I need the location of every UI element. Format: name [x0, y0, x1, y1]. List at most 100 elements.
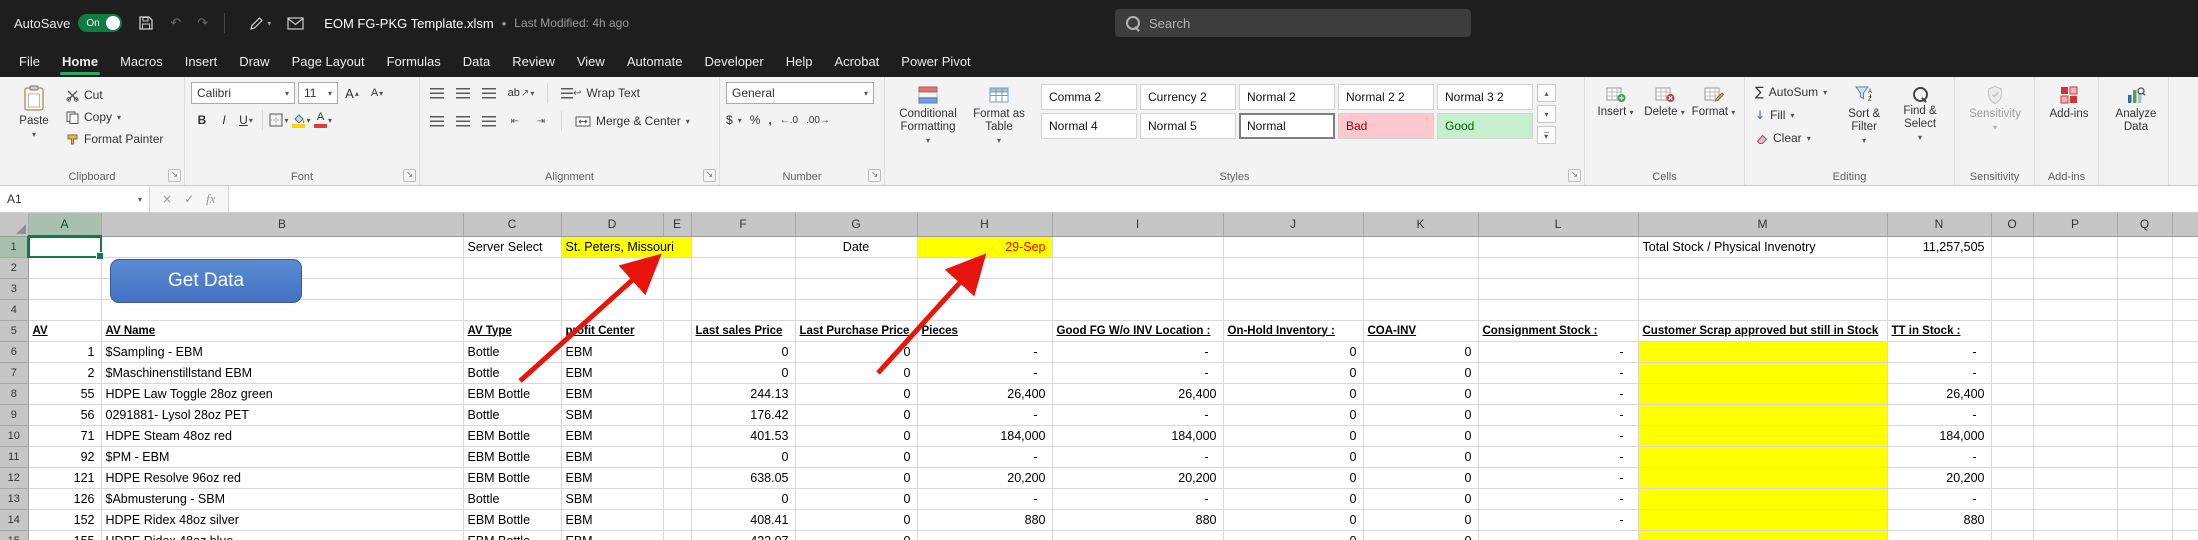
- increase-font-button[interactable]: A▴: [341, 82, 363, 104]
- menu-tab-insert[interactable]: Insert: [174, 46, 229, 77]
- increase-indent-button[interactable]: ⇥: [530, 110, 552, 132]
- cell-B10[interactable]: HDPE Steam 48oz red: [101, 425, 463, 446]
- row-header-2[interactable]: 2: [0, 257, 28, 278]
- cell-B8[interactable]: HDPE Law Toggle 28oz green: [101, 383, 463, 404]
- cell-M7[interactable]: [1638, 362, 1887, 383]
- cell-K5[interactable]: COA-INV: [1363, 320, 1478, 341]
- cell-O15[interactable]: [1991, 530, 2033, 540]
- cell-style-good[interactable]: Good: [1437, 113, 1533, 139]
- cell-F3[interactable]: [691, 278, 795, 299]
- cell-A10[interactable]: 71: [28, 425, 101, 446]
- column-header-G[interactable]: G: [795, 213, 917, 236]
- cell-A11[interactable]: 92: [28, 446, 101, 467]
- cell-D14[interactable]: EBM: [561, 509, 663, 530]
- cell-x3[interactable]: [2172, 278, 2198, 299]
- cell-J1[interactable]: [1223, 236, 1363, 257]
- cell-Q8[interactable]: [2117, 383, 2172, 404]
- align-bottom-button[interactable]: [478, 82, 500, 104]
- percent-style-button[interactable]: %: [750, 110, 761, 130]
- cell-D4[interactable]: [561, 299, 663, 320]
- undo-icon[interactable]: ↶: [170, 16, 181, 31]
- cell-H8[interactable]: 26,400: [917, 383, 1052, 404]
- cell-A13[interactable]: 126: [28, 488, 101, 509]
- clear-button[interactable]: Clear ▾: [1751, 128, 1836, 148]
- cell-O13[interactable]: [1991, 488, 2033, 509]
- row-header-10[interactable]: 10: [0, 425, 28, 446]
- cell-J12[interactable]: 0: [1223, 467, 1363, 488]
- cell-C4[interactable]: [463, 299, 561, 320]
- align-center-button[interactable]: [452, 110, 474, 132]
- bold-button[interactable]: B: [191, 109, 213, 131]
- cell-Q12[interactable]: [2117, 467, 2172, 488]
- fill-color-button[interactable]: ▾: [290, 109, 312, 131]
- cell-Q1[interactable]: [2117, 236, 2172, 257]
- row-header-5[interactable]: 5: [0, 320, 28, 341]
- menu-tab-home[interactable]: Home: [51, 46, 109, 77]
- menu-tab-formulas[interactable]: Formulas: [376, 46, 452, 77]
- cell-L15[interactable]: -: [1478, 530, 1638, 540]
- copy-button[interactable]: Copy ▾: [62, 107, 167, 127]
- cell-H1[interactable]: 29-Sep: [917, 236, 1052, 257]
- cell-L14[interactable]: -: [1478, 509, 1638, 530]
- cell-A14[interactable]: 152: [28, 509, 101, 530]
- cell-L12[interactable]: -: [1478, 467, 1638, 488]
- cell-J9[interactable]: 0: [1223, 404, 1363, 425]
- cell-L9[interactable]: -: [1478, 404, 1638, 425]
- comma-style-button[interactable]: ,: [768, 110, 771, 130]
- cell-style-currency-2[interactable]: Currency 2: [1140, 84, 1236, 110]
- cell-A12[interactable]: 121: [28, 467, 101, 488]
- cell-A9[interactable]: 56: [28, 404, 101, 425]
- cell-F14[interactable]: 408.41: [691, 509, 795, 530]
- cell-E13[interactable]: [663, 488, 691, 509]
- cell-J2[interactable]: [1223, 257, 1363, 278]
- menu-tab-developer[interactable]: Developer: [693, 46, 774, 77]
- cell-G6[interactable]: 0: [795, 341, 917, 362]
- cell-N1[interactable]: 11,257,505: [1887, 236, 1991, 257]
- cell-N4[interactable]: [1887, 299, 1991, 320]
- cell-H13[interactable]: -: [917, 488, 1052, 509]
- cell-O12[interactable]: [1991, 467, 2033, 488]
- cell-L5[interactable]: Consignment Stock :: [1478, 320, 1638, 341]
- document-title[interactable]: EOM FG-PKG Template.xlsm: [324, 16, 494, 31]
- cell-K2[interactable]: [1363, 257, 1478, 278]
- cell-E4[interactable]: [663, 299, 691, 320]
- format-as-table-button[interactable]: Format as Table ▾: [965, 82, 1033, 149]
- cell-L1[interactable]: [1478, 236, 1638, 257]
- gallery-more-button[interactable]: ─▾: [1537, 126, 1556, 144]
- cell-O4[interactable]: [1991, 299, 2033, 320]
- menu-tab-data[interactable]: Data: [452, 46, 501, 77]
- cell-B5[interactable]: AV Name: [101, 320, 463, 341]
- column-header-P[interactable]: P: [2033, 213, 2117, 236]
- cell-x12[interactable]: [2172, 467, 2198, 488]
- cell-K3[interactable]: [1363, 278, 1478, 299]
- cell-style-normal-2-2[interactable]: Normal 2 2: [1338, 84, 1434, 110]
- cell-H10[interactable]: 184,000: [917, 425, 1052, 446]
- merge-center-button[interactable]: Merge & Center ▾: [571, 111, 694, 131]
- row-header-12[interactable]: 12: [0, 467, 28, 488]
- cell-M11[interactable]: [1638, 446, 1887, 467]
- autosum-button[interactable]: ∑ AutoSum ▾: [1751, 82, 1836, 102]
- cell-x6[interactable]: [2172, 341, 2198, 362]
- cell-C2[interactable]: [463, 257, 561, 278]
- decrease-font-button[interactable]: A▾: [366, 82, 388, 104]
- cell-J7[interactable]: 0: [1223, 362, 1363, 383]
- cell-M9[interactable]: [1638, 404, 1887, 425]
- cell-G8[interactable]: 0: [795, 383, 917, 404]
- cell-K9[interactable]: 0: [1363, 404, 1478, 425]
- cell-H11[interactable]: -: [917, 446, 1052, 467]
- decrease-indent-button[interactable]: ⇤: [504, 110, 526, 132]
- gallery-scroll-down-button[interactable]: ▾: [1537, 105, 1556, 123]
- cell-K15[interactable]: 0: [1363, 530, 1478, 540]
- cell-F11[interactable]: 0: [691, 446, 795, 467]
- cell-M6[interactable]: [1638, 341, 1887, 362]
- cell-C6[interactable]: Bottle: [463, 341, 561, 362]
- cell-J8[interactable]: 0: [1223, 383, 1363, 404]
- cell-D12[interactable]: EBM: [561, 467, 663, 488]
- cell-x11[interactable]: [2172, 446, 2198, 467]
- column-header-H[interactable]: H: [917, 213, 1052, 236]
- row-header-11[interactable]: 11: [0, 446, 28, 467]
- cell-N5[interactable]: TT in Stock :: [1887, 320, 1991, 341]
- cell-P11[interactable]: [2033, 446, 2117, 467]
- cell-O6[interactable]: [1991, 341, 2033, 362]
- format-painter-button[interactable]: Format Painter: [62, 129, 167, 149]
